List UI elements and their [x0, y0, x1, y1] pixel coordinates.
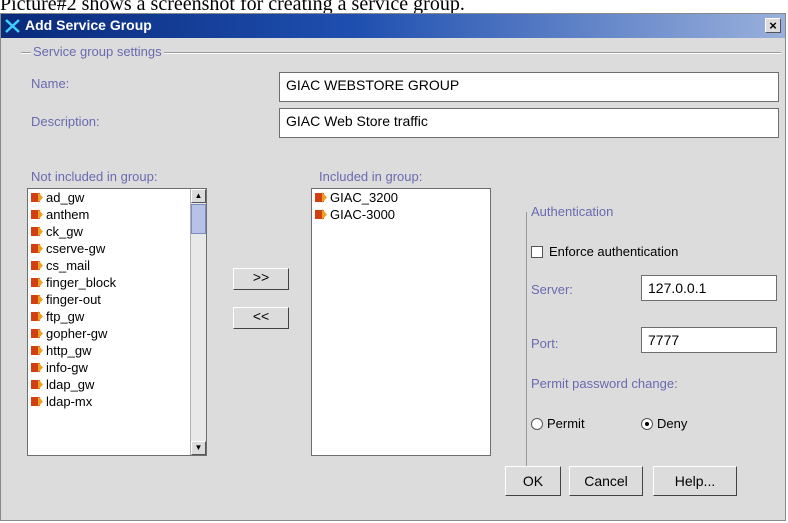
- list-item-label: ad_gw: [46, 190, 85, 205]
- server-field[interactable]: 127.0.0.1: [641, 275, 777, 301]
- description-label: Description:: [31, 114, 100, 129]
- included-label: Included in group:: [319, 169, 423, 184]
- list-item[interactable]: ftp_gw: [28, 308, 206, 325]
- scroll-up-button[interactable]: ▲: [191, 189, 206, 203]
- list-item-label: finger-out: [46, 292, 101, 307]
- list-item[interactable]: finger_block: [28, 274, 206, 291]
- gateway-icon: [31, 277, 43, 288]
- close-button[interactable]: ×: [765, 18, 781, 33]
- gateway-icon: [31, 311, 43, 322]
- ok-button[interactable]: OK: [505, 466, 561, 496]
- auth-divider: [526, 212, 529, 482]
- description-field[interactable]: GIAC Web Store traffic: [279, 108, 779, 138]
- list-item-label: anthem: [46, 207, 90, 222]
- not-included-list[interactable]: ad_gwanthem ck_gw cserve-gw cs_mail finger_b…: [27, 188, 207, 456]
- list-item-label: ck_gw: [46, 224, 83, 239]
- port-field[interactable]: 7777: [641, 327, 777, 353]
- title-bar[interactable]: Add Service Group ×: [1, 14, 785, 38]
- name-field[interactable]: GIAC WEBSTORE GROUP: [279, 72, 779, 102]
- gateway-icon: [31, 294, 43, 305]
- list-item-label: GIAC-3000: [330, 207, 396, 222]
- remove-from-group-button[interactable]: <<: [233, 307, 289, 329]
- list-item[interactable]: gopher-gw: [28, 325, 206, 342]
- settings-legend: Service group settings: [31, 44, 164, 59]
- deny-label: Deny: [657, 416, 688, 431]
- gateway-icon: [315, 209, 327, 220]
- password-change-label: Permit password change:: [531, 376, 678, 391]
- list-item[interactable]: ldap-mx: [28, 393, 206, 410]
- name-label: Name:: [31, 76, 70, 91]
- add-service-group-dialog: Add Service Group × Service group settin…: [0, 13, 786, 521]
- cancel-button[interactable]: Cancel: [569, 466, 643, 496]
- included-list[interactable]: GIAC_3200 GIAC-3000: [311, 188, 491, 456]
- port-label: Port:: [531, 336, 559, 351]
- enforce-auth-checkbox[interactable]: [531, 246, 543, 258]
- not-included-label: Not included in group:: [31, 169, 158, 184]
- list-item[interactable]: ad_gw: [28, 189, 206, 206]
- list-item-label: finger_block: [46, 275, 117, 290]
- gateway-icon: [31, 260, 43, 271]
- list-item[interactable]: anthem: [28, 206, 206, 223]
- permit-radio[interactable]: [531, 418, 543, 430]
- list-item-label: ftp_gw: [46, 309, 85, 324]
- permit-label: Permit: [547, 416, 585, 431]
- list-item-label: ldap-mx: [46, 394, 93, 409]
- list-item-label: cserve-gw: [46, 241, 106, 256]
- gateway-icon: [31, 328, 43, 339]
- list-scrollbar[interactable]: ▲ ▼: [190, 189, 206, 455]
- list-item[interactable]: ldap_gw: [28, 376, 206, 393]
- list-item[interactable]: cserve-gw: [28, 240, 206, 257]
- list-item-label: info-gw: [46, 360, 88, 375]
- gateway-icon: [31, 379, 43, 390]
- gateway-icon: [31, 209, 43, 220]
- gateway-icon: [315, 192, 327, 203]
- gateway-icon: [31, 243, 43, 254]
- list-item-label: gopher-gw: [46, 326, 108, 341]
- list-item[interactable]: info-gw: [28, 359, 206, 376]
- list-item-label: http_gw: [46, 343, 92, 358]
- scroll-thumb[interactable]: [191, 204, 206, 234]
- list-item[interactable]: http_gw: [28, 342, 206, 359]
- list-item[interactable]: ck_gw: [28, 223, 206, 240]
- gateway-icon: [31, 362, 43, 373]
- list-item[interactable]: finger-out: [28, 291, 206, 308]
- gateway-icon: [31, 226, 43, 237]
- help-button[interactable]: Help...: [653, 466, 737, 496]
- deny-radio[interactable]: [641, 418, 653, 430]
- gateway-icon: [31, 396, 43, 407]
- enforce-auth-label: Enforce authentication: [549, 244, 679, 259]
- auth-legend: Authentication: [531, 204, 614, 219]
- list-item[interactable]: cs_mail: [28, 257, 206, 274]
- list-item-label: cs_mail: [46, 258, 91, 273]
- list-item-label: ldap_gw: [46, 377, 95, 392]
- server-label: Server:: [531, 282, 573, 297]
- list-item[interactable]: GIAC-3000: [312, 206, 490, 223]
- add-to-group-button[interactable]: >>: [233, 268, 289, 290]
- dialog-title: Add Service Group: [25, 17, 152, 33]
- list-item-label: GIAC_3200: [330, 190, 398, 205]
- caption-text: Picture#2 shows a screenshot for creatin…: [0, 0, 465, 15]
- gateway-icon: [31, 192, 43, 203]
- scroll-down-button[interactable]: ▼: [191, 441, 206, 455]
- app-icon: [5, 19, 20, 33]
- gateway-icon: [31, 345, 43, 356]
- list-item[interactable]: GIAC_3200: [312, 189, 490, 206]
